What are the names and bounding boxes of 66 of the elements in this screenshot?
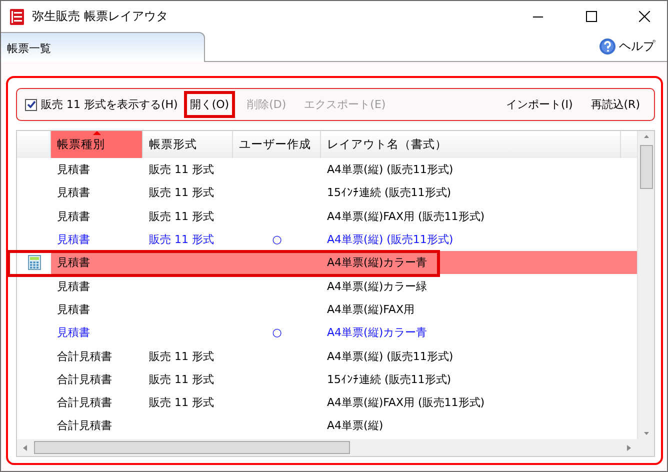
show-format-checkbox[interactable]: 販売 11 形式を表示する(H) [25, 97, 178, 112]
table-cell: 合計見積書 [57, 395, 112, 410]
horizontal-scrollbar[interactable] [17, 439, 654, 456]
table-cell: A4単票(縦)FAX用 (販売11形式) [327, 395, 485, 410]
table-cell: 販売 11 形式 [149, 232, 214, 248]
table-cell: A4単票(縦)カラー青 [327, 325, 428, 340]
table-cell: A4単票(縦)FAX用 [327, 302, 414, 317]
help-icon [599, 38, 616, 55]
table-cell: 合計見積書 [57, 372, 112, 387]
tab[interactable]: 帳票一覧 [1, 32, 205, 62]
close-icon [638, 11, 650, 22]
table-cell: 見積書 [57, 325, 90, 340]
column-header[interactable]: 帳票形式 [143, 131, 233, 158]
table-cell: A4単票(縦) (販売11形式) [327, 232, 454, 248]
scroll-thumb[interactable] [34, 441, 350, 454]
table-cell: A4単票(縦) [327, 418, 384, 434]
checkmark-icon [26, 100, 36, 109]
vertical-scrollbar[interactable] [637, 131, 654, 439]
table-cell: 見積書 [57, 278, 90, 294]
table-cell: A4単票(縦) (販売11形式) [327, 162, 454, 178]
table-row[interactable]: 見積書 A4単票(縦)カラー緑 [17, 274, 637, 298]
table-cell: 合計見積書 [57, 348, 112, 364]
help-button[interactable]: ヘルプ [599, 38, 655, 55]
table-cell: A4単票(縦)カラー緑 [327, 278, 428, 294]
sort-indicator-icon [93, 131, 101, 135]
table-cell: 合計見積書 [57, 418, 112, 434]
table-row[interactable]: 合計見積書 A4単票(縦) [17, 414, 637, 438]
table-cell: 見積書 [57, 232, 90, 248]
table-cell: 見積書 [57, 208, 90, 224]
table-row[interactable]: 見積書 ○ A4単票(縦)カラー青 [17, 321, 637, 344]
table-cell: 販売 11 形式 [149, 395, 214, 410]
table-cell: 販売 11 形式 [149, 372, 214, 387]
table-cell: 販売 11 形式 [149, 348, 214, 364]
table-row[interactable]: 合計見積書 販売 11 形式 A4単票(縦)FAX用 (販売11形式) [17, 390, 637, 414]
table-cell: 販売 11 形式 [149, 162, 214, 178]
column-header[interactable]: 帳票種別 [51, 131, 143, 158]
calculator-icon [28, 255, 40, 270]
column-header[interactable]: ユーザー作成 [233, 131, 321, 158]
toolbar-button[interactable]: 再読込(R) [584, 91, 646, 118]
column-header[interactable]: レイアウト名（書式） [321, 131, 621, 158]
table-cell: ○ [272, 326, 282, 340]
table-cell: A4単票(縦) (販売11形式) [327, 348, 454, 364]
table-cell: 見積書 [57, 185, 90, 200]
table-cell: 見積書 [57, 302, 90, 317]
app-icon [9, 8, 25, 24]
maximize-icon [586, 11, 596, 22]
toolbar-button[interactable]: 開く(O) [184, 91, 236, 118]
table-cell: 15ｲﾝﾁ連続 (販売11形式) [327, 372, 452, 387]
table-cell: 15ｲﾝﾁ連続 (販売11形式) [327, 185, 452, 200]
table-cell: ○ [272, 233, 282, 246]
table-cell: 見積書 [57, 255, 90, 270]
table-cell: A4単票(縦)FAX用 (販売11形式) [327, 208, 485, 224]
table-row[interactable]: 合計見積書 販売 11 形式 A4単票(縦) (販売11形式) [17, 344, 637, 368]
table-row[interactable]: 見積書 販売 11 形式 ○ A4単票(縦) (販売11形式) [17, 228, 637, 252]
table-row[interactable]: 見積書 A4単票(縦)FAX用 [17, 298, 637, 322]
window-title: 弥生販売 帳票レイアウタ [32, 8, 169, 25]
table-row[interactable]: 見積書 販売 11 形式 15ｲﾝﾁ連続 (販売11形式) [17, 181, 637, 205]
scroll-thumb[interactable] [640, 145, 652, 189]
table-cell: 販売 11 形式 [149, 185, 214, 200]
table-row[interactable]: 見積書 販売 11 形式 A4単票(縦) (販売11形式) [17, 158, 637, 182]
table-row[interactable]: 合計見積書 販売 11 形式 15ｲﾝﾁ連続 (販売11形式) [17, 368, 637, 391]
table-cell: 見積書 [57, 162, 90, 178]
table-cell: A4単票(縦)カラー青 [327, 255, 428, 270]
toolbar-button[interactable]: インポート(I) [500, 91, 579, 118]
table-row[interactable]: 見積書 販売 11 形式 A4単票(縦)FAX用 (販売11形式) [17, 204, 637, 228]
table-cell: 販売 11 形式 [149, 208, 214, 224]
